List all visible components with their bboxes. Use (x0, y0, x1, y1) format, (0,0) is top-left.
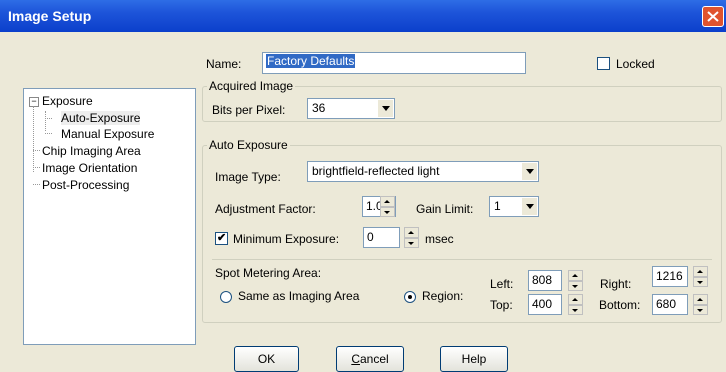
chevron-down-icon[interactable] (377, 100, 393, 117)
spin-up-icon[interactable] (404, 227, 419, 238)
minimum-exposure-value: 0 (367, 230, 374, 244)
name-input[interactable]: Factory Defaults (262, 52, 526, 74)
locked-checkbox[interactable] (597, 57, 610, 70)
spin-down-icon[interactable] (693, 304, 708, 315)
name-value: Factory Defaults (266, 54, 356, 68)
left-arrows[interactable] (566, 270, 583, 291)
close-button[interactable] (702, 6, 724, 27)
tree-item-label: Post-Processing (42, 178, 130, 192)
adjustment-factor-label: Adjustment Factor: (215, 202, 316, 216)
chevron-down-icon[interactable] (521, 163, 537, 180)
top-input[interactable]: 400 (528, 294, 562, 315)
minimum-exposure-checkbox[interactable]: ✔ (215, 232, 228, 245)
chevron-down-icon[interactable] (521, 198, 537, 215)
tree-line (45, 111, 46, 131)
tree-line (33, 150, 40, 151)
spin-up-icon[interactable] (693, 294, 708, 305)
tree-item-label: Manual Exposure (61, 127, 155, 141)
region-label: Region: (422, 289, 464, 303)
top-arrows[interactable] (566, 294, 583, 315)
ok-button[interactable]: OK (234, 346, 299, 372)
image-type-value: brightfield-reflected light (312, 164, 440, 178)
spin-up-icon[interactable] (568, 270, 583, 281)
adjustment-factor-arrows[interactable] (378, 196, 395, 217)
name-label: Name: (206, 57, 242, 71)
region-radio[interactable] (404, 291, 416, 303)
tree-line (33, 106, 34, 172)
minimum-exposure-unit: msec (425, 232, 454, 246)
spin-up-icon[interactable] (568, 294, 583, 305)
bottom-value: 680 (656, 297, 677, 311)
help-button[interactable]: Help (440, 346, 508, 372)
right-label: Right: (600, 277, 632, 291)
top-label: Top: (490, 298, 513, 312)
tree-item-manual-exposure[interactable]: Manual Exposure (61, 127, 154, 141)
bottom-arrows[interactable] (691, 294, 708, 315)
tree-line (45, 118, 52, 119)
title-bar[interactable]: Image Setup (0, 0, 726, 32)
radio-selected-dot (408, 295, 412, 299)
spin-up-icon[interactable] (380, 196, 395, 207)
window-title: Image Setup (8, 8, 92, 24)
cancel-button[interactable]: Cancel (336, 346, 404, 372)
left-value: 808 (532, 273, 553, 287)
close-icon (707, 11, 719, 22)
spin-down-icon[interactable] (380, 206, 395, 217)
spot-metering-label: Spot Metering Area: (215, 266, 322, 280)
check-icon: ✔ (217, 232, 227, 244)
same-as-imaging-radio[interactable] (220, 291, 232, 303)
image-type-select[interactable]: brightfield-reflected light (307, 161, 539, 182)
tree-item-auto-exposure[interactable]: Auto-Exposure (61, 111, 141, 125)
right-input[interactable]: 1216 (652, 266, 688, 287)
top-value: 400 (532, 297, 553, 311)
cancel-mnemonic: C (351, 352, 360, 366)
tree-line (33, 167, 40, 168)
locked-label: Locked (616, 57, 655, 71)
bits-per-pixel-select[interactable]: 36 (307, 98, 395, 119)
image-type-label: Image Type: (215, 170, 281, 184)
auto-exposure-title: Auto Exposure (207, 138, 290, 152)
same-as-imaging-label: Same as Imaging Area (238, 289, 360, 303)
tree-item-label: Exposure (42, 94, 93, 108)
bottom-label: Bottom: (599, 298, 641, 312)
minimum-exposure-arrows[interactable] (402, 227, 419, 248)
spin-up-icon[interactable] (693, 266, 708, 277)
gain-limit-value: 1 (494, 199, 501, 213)
tree-item-label: Image Orientation (42, 161, 138, 175)
spin-down-icon[interactable] (693, 276, 708, 287)
separator (212, 259, 712, 260)
tree-line (33, 184, 40, 185)
right-arrows[interactable] (691, 266, 708, 287)
acquired-image-title: Acquired Image (207, 79, 296, 93)
left-input[interactable]: 808 (528, 270, 562, 291)
cancel-rest: ancel (359, 352, 389, 366)
tree-item-label: Auto-Exposure (61, 111, 141, 125)
tree-item-label: Chip Imaging Area (42, 144, 141, 158)
right-value: 1216 (656, 269, 683, 283)
left-label: Left: (490, 277, 514, 291)
tree-item-image-orientation[interactable]: Image Orientation (42, 161, 137, 175)
spin-down-icon[interactable] (568, 280, 583, 291)
bits-per-pixel-label: Bits per Pixel: (212, 103, 286, 117)
settings-tree[interactable]: − Exposure Auto-Exposure Manual Exposure… (23, 88, 196, 345)
minimum-exposure-input[interactable]: 0 (363, 227, 400, 248)
collapse-icon[interactable]: − (29, 97, 39, 107)
tree-item-exposure[interactable]: Exposure (42, 94, 93, 108)
spin-down-icon[interactable] (568, 304, 583, 315)
minimum-exposure-label: Minimum Exposure: (233, 232, 340, 246)
tree-item-post-processing[interactable]: Post-Processing (42, 178, 129, 192)
gain-limit-label: Gain Limit: (416, 202, 474, 216)
spin-down-icon[interactable] (404, 237, 419, 248)
tree-line (45, 133, 52, 134)
bits-per-pixel-value: 36 (312, 101, 326, 115)
bottom-input[interactable]: 680 (652, 294, 688, 315)
tree-item-chip-imaging-area[interactable]: Chip Imaging Area (42, 144, 141, 158)
gain-limit-select[interactable]: 1 (489, 196, 539, 217)
